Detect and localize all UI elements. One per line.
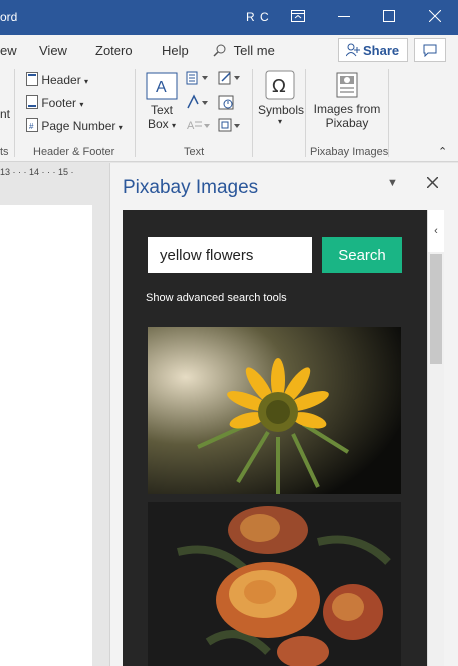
pane-options-icon[interactable]: ▼ [387,177,398,189]
tell-me-label: Tell me [233,43,275,58]
window-title: ord [0,10,18,24]
tab-view[interactable]: View [39,43,67,58]
chevron-down-icon: ▾ [277,117,282,126]
date-time-icon[interactable] [218,94,234,113]
ribbon: nt Header ▾ Footer ▾ # Page Number ▾ Hea… [0,65,458,162]
pixabay-content: Search Show advanced search tools [123,210,432,666]
group-label-truncated: ts [0,146,9,158]
ribbon-display-options-icon[interactable] [289,8,307,26]
svg-text:Ω: Ω [272,76,286,97]
group-separator [388,69,389,157]
document-page[interactable] [0,205,92,666]
maximize-icon[interactable] [380,8,398,26]
svg-text:#: # [29,122,34,131]
drop-cap-icon: A [186,117,212,136]
tab-review[interactable]: ew [0,43,17,58]
tell-me-search[interactable]: Tell me [213,43,275,58]
wordart-icon[interactable] [186,94,212,113]
footer-icon [26,95,38,109]
text-box-icon: A [146,72,178,100]
svg-text:A: A [187,120,195,132]
document-area [0,183,108,666]
page-number-label: Page Number [41,119,116,133]
group-separator [14,69,15,157]
quick-parts-icon[interactable] [186,71,212,88]
close-window-icon[interactable] [426,8,444,26]
ribbon-tabs: ew View Zotero Help Tell me Share [0,35,458,65]
group-separator [135,69,136,157]
group-label-header-footer: Header & Footer [33,146,115,158]
tab-help[interactable]: Help [162,43,189,58]
group-label-pixabay: Pixabay Images [310,146,389,158]
pane-close-icon[interactable] [426,175,439,193]
user-initials[interactable]: R C [246,10,270,24]
symbols-button[interactable]: Ω Symbols ▾ [258,70,305,126]
group-separator [305,69,306,157]
svg-text:A: A [156,79,167,96]
omega-icon: Ω [265,70,295,100]
header-icon [26,72,38,86]
page-number-icon: # [26,118,38,132]
chevron-down-icon: ▾ [84,77,89,86]
share-person-icon [346,43,360,57]
images-from-pixabay-button[interactable]: Images from Pixabay [311,71,383,130]
chevron-left-icon[interactable]: ‹ [428,210,444,252]
scroll-thumb[interactable] [430,254,442,364]
pane-scrollbar[interactable]: ‹ [427,210,444,666]
text-box-label-2: Box [147,117,169,131]
images-from-label: Images from [313,102,381,116]
chevron-down-icon: ▾ [118,123,123,132]
share-button[interactable]: Share [338,38,408,62]
chevron-down-icon: ▾ [172,121,177,130]
symbols-label: Symbols [258,103,305,117]
group-separator [252,69,253,157]
header-button[interactable]: Header ▾ [26,72,88,87]
ruler-marks: 13 · · · 14 · · · 15 · [0,167,74,177]
lightbulb-icon [213,44,226,57]
share-label: Share [363,43,400,58]
search-input[interactable] [148,237,312,273]
title-bar: ord R C [0,0,458,35]
truncated-item-label[interactable]: nt [0,107,10,121]
group-label-text: Text [184,146,205,158]
object-icon[interactable] [218,117,244,136]
pixabay-task-pane: Pixabay Images ▼ Search Show advanced se… [109,163,458,666]
pixabay-label: Pixabay [325,116,369,130]
page-number-button[interactable]: # Page Number ▾ [26,118,123,133]
pane-title: Pixabay Images [123,177,259,198]
tab-zotero[interactable]: Zotero [95,43,133,58]
minimize-icon[interactable] [335,8,353,26]
advanced-search-link[interactable]: Show advanced search tools [146,292,287,304]
collapse-ribbon-icon[interactable]: ⌃ [438,145,447,158]
text-box-label-1: Text [150,103,173,117]
comment-icon [423,44,437,57]
sunflower-image[interactable] [148,327,401,494]
text-box-button[interactable]: A Text Box ▾ [145,72,179,131]
roses-image[interactable] [148,502,401,666]
footer-button[interactable]: Footer ▾ [26,95,83,110]
header-label: Header [41,73,81,87]
horizontal-ruler: 13 · · · 14 · · · 15 · [0,163,108,183]
chevron-down-icon: ▾ [79,100,84,109]
footer-label: Footer [41,96,77,110]
search-button[interactable]: Search [322,237,402,273]
comments-button[interactable] [414,38,446,62]
pixabay-icon [336,72,358,98]
signature-line-icon[interactable] [218,71,244,88]
